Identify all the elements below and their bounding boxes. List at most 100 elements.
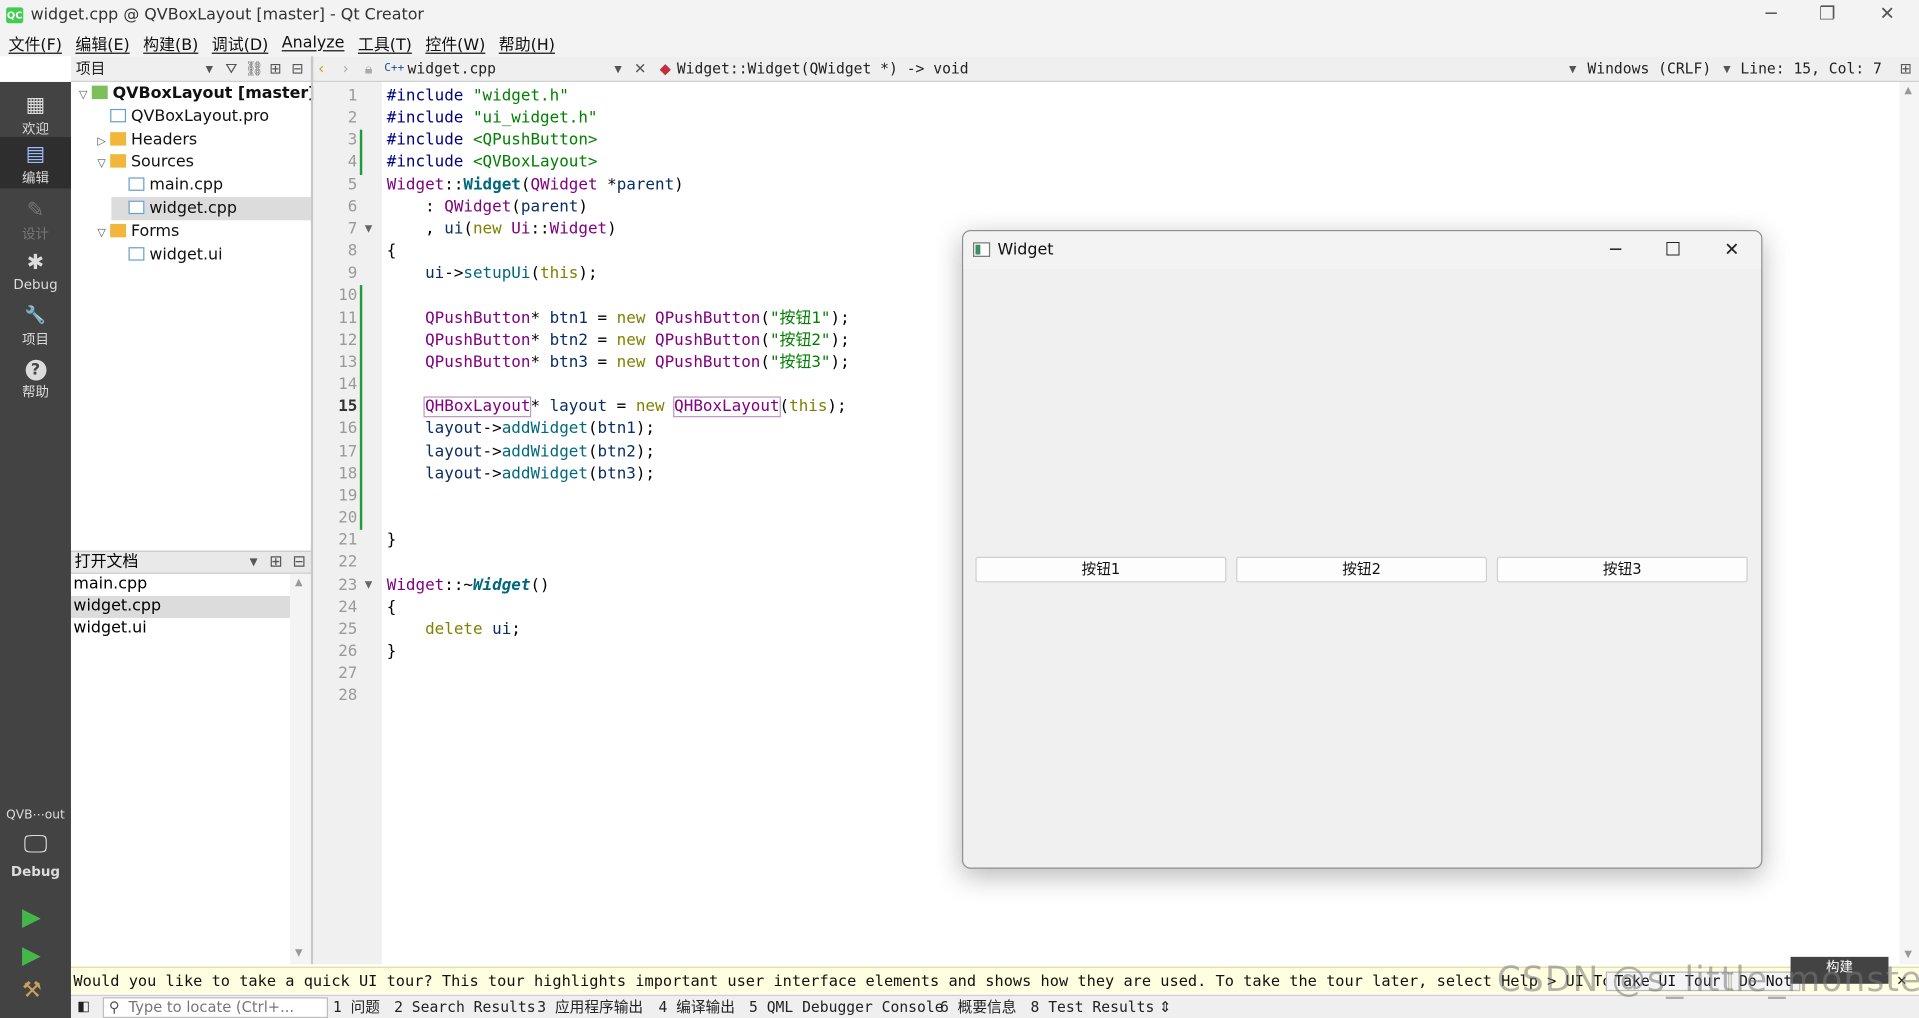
code-line[interactable]: QPushButton* btn2 = new QPushButton("按钮2… [387, 330, 850, 352]
mode-debug[interactable]: ✱ Debug [0, 246, 71, 297]
debug-run-icon[interactable]: ▶ [22, 940, 41, 969]
code-line[interactable]: QPushButton* btn3 = new QPushButton("按钮3… [387, 352, 850, 374]
panel-selector[interactable]: 项目 [76, 56, 105, 82]
scroll-up-icon[interactable]: ▲ [295, 576, 303, 587]
tree-item[interactable]: ▽ Forms [93, 220, 311, 243]
tab-search-results[interactable]: 2 Search Results [394, 996, 535, 1018]
mode-design[interactable]: ✎ 设计 [0, 193, 71, 244]
open-docs-dropdown-icon[interactable]: ▾ [250, 552, 258, 574]
expand-arrow-icon[interactable]: ▽ [75, 84, 92, 107]
code-line[interactable]: } [387, 530, 397, 552]
code-line[interactable]: layout->addWidget(btn1); [387, 419, 655, 441]
split-editor-icon[interactable]: ⊞ [1899, 56, 1911, 82]
tree-item[interactable]: widget.ui [111, 243, 310, 266]
running-app-window[interactable]: Widget ─ ☐ ✕ 按钮1 按钮2 按钮3 [961, 230, 1763, 869]
code-line[interactable]: #include "ui_widget.h" [387, 108, 598, 130]
scroll-up-icon[interactable]: ▲ [1904, 84, 1912, 95]
forward-icon[interactable]: › [343, 56, 349, 82]
mode-edit[interactable]: ▤ 编辑 [0, 137, 71, 189]
code-line[interactable]: ui->setupUi(this); [387, 263, 597, 285]
panel-dropdown-icon[interactable]: ▾ [206, 56, 213, 82]
tab-compile-output[interactable]: 4 编译输出 [658, 996, 734, 1018]
push-button-2[interactable]: 按钮2 [1236, 556, 1488, 583]
expand-arrow-icon[interactable]: ▽ [93, 222, 110, 245]
scroll-down-icon[interactable]: ▼ [1904, 948, 1912, 959]
code-line[interactable]: { [387, 597, 397, 619]
tree-item[interactable]: main.cpp [111, 174, 310, 197]
code-line[interactable]: layout->addWidget(btn3); [387, 463, 655, 485]
toggle-sidebar-icon[interactable]: ◧ [77, 996, 90, 1018]
open-document-item[interactable]: main.cpp [71, 574, 290, 596]
more-tabs-icon[interactable]: ⇕ [1159, 996, 1171, 1018]
tab-qml-debugger-console[interactable]: 5 QML Debugger Console [749, 996, 944, 1018]
scroll-down-icon[interactable]: ▼ [295, 947, 303, 958]
push-button-3[interactable]: 按钮3 [1496, 556, 1748, 583]
link-icon[interactable]: ⛓ [245, 56, 264, 82]
open-documents-scrollbar[interactable]: ▲ ▼ [290, 573, 311, 965]
editor-scrollbar[interactable]: ▲ ▼ [1899, 81, 1919, 965]
open-docs-close-icon[interactable]: ⊟ [293, 552, 306, 574]
close-button[interactable]: ✕ [1859, 0, 1915, 29]
app-minimize-button[interactable]: ─ [1587, 231, 1643, 269]
back-icon[interactable]: ‹ [318, 56, 324, 82]
split-icon[interactable]: ⊞ [269, 56, 281, 82]
app-maximize-button[interactable]: ☐ [1645, 231, 1701, 269]
code-line[interactable]: QHBoxLayout* layout = new QHBoxLayout(th… [387, 396, 847, 419]
minimize-button[interactable]: ─ [1743, 0, 1799, 29]
symbol-dropdown-icon[interactable]: ▾ [1569, 56, 1576, 82]
fold-marker-icon[interactable]: ▼ [365, 578, 373, 589]
menu-controls[interactable]: 控件(W) [420, 31, 490, 54]
fold-marker-icon[interactable]: ▼ [365, 223, 373, 234]
tree-item[interactable]: widget.cpp [111, 196, 311, 221]
tab-application-output[interactable]: 3 应用程序输出 [537, 996, 643, 1018]
open-docs-split-icon[interactable]: ⊞ [269, 552, 282, 574]
code-line[interactable]: Widget::Widget(QWidget *parent) [387, 175, 684, 197]
code-line[interactable]: { [387, 241, 397, 263]
code-line[interactable]: #include "widget.h" [387, 86, 569, 108]
line-ending-selector[interactable]: Windows (CRLF) [1587, 56, 1711, 82]
symbol-selector[interactable]: Widget::Widget(QWidget *) -> void [677, 56, 969, 82]
mode-welcome[interactable]: ▦ 欢迎 [0, 88, 71, 139]
maximize-button[interactable]: ❐ [1799, 0, 1855, 29]
tab-general-messages[interactable]: 6 概要信息 [940, 996, 1016, 1018]
tree-item[interactable]: QVBoxLayout.pro [93, 105, 311, 128]
mode-projects[interactable]: 🔧 项目 [0, 299, 71, 350]
mode-help[interactable]: ? 帮助 [0, 351, 71, 402]
filter-icon[interactable]: ⛛ [225, 56, 237, 82]
code-line[interactable]: , ui(new Ui::Widget) [387, 219, 617, 241]
locator-input[interactable]: ⚲ Type to locate (Ctrl+... [102, 997, 329, 1018]
app-title-bar[interactable]: Widget ─ ☐ ✕ [963, 231, 1762, 270]
tab-issues[interactable]: 1 问题 [333, 996, 380, 1018]
run-icon[interactable]: ▶ [22, 902, 41, 931]
current-file-selector[interactable]: widget.cpp [408, 56, 496, 82]
code-line[interactable]: } [387, 641, 397, 663]
push-button-1[interactable]: 按钮1 [975, 556, 1227, 583]
file-dropdown-icon[interactable]: ▾ [614, 56, 621, 82]
kit-selector[interactable]: 🖵 Debug [0, 828, 71, 884]
open-document-item[interactable]: widget.ui [71, 618, 290, 640]
menu-file[interactable]: 文件(F) [4, 31, 67, 54]
tab-test-results[interactable]: 8 Test Results [1031, 996, 1155, 1018]
expand-arrow-icon[interactable]: ▽ [93, 153, 110, 176]
tree-item[interactable]: ▽ Sources [93, 151, 311, 174]
app-close-button[interactable]: ✕ [1704, 231, 1760, 269]
line-ending-dropdown-icon[interactable]: ▾ [1723, 56, 1730, 82]
code-line[interactable]: #include <QVBoxLayout> [387, 152, 598, 174]
code-line[interactable]: : QWidget(parent) [387, 197, 588, 219]
menu-edit[interactable]: 编辑(E) [71, 31, 135, 54]
open-document-item[interactable]: widget.cpp [70, 595, 291, 618]
menu-help[interactable]: 帮助(H) [494, 31, 560, 54]
code-line[interactable]: delete ui; [387, 619, 521, 641]
code-line[interactable]: #include <QPushButton> [387, 130, 598, 152]
close-panel-icon[interactable]: ⊟ [291, 56, 303, 82]
build-hammer-icon[interactable]: ⚒ [22, 978, 42, 1004]
cursor-position[interactable]: Line: 15, Col: 7 [1740, 56, 1881, 82]
menu-analyze[interactable]: Analyze [277, 34, 349, 52]
code-line[interactable]: QPushButton* btn1 = new QPushButton("按钮1… [387, 308, 850, 330]
code-line[interactable]: Widget::~Widget() [387, 574, 550, 596]
menu-debug[interactable]: 调试(D) [207, 31, 273, 54]
close-document-icon[interactable]: ✕ [634, 56, 646, 82]
menu-tools[interactable]: 工具(T) [353, 31, 417, 54]
tree-item[interactable]: ▽ QVBoxLayout [master] [75, 82, 316, 107]
code-line[interactable]: layout->addWidget(btn2); [387, 441, 655, 463]
